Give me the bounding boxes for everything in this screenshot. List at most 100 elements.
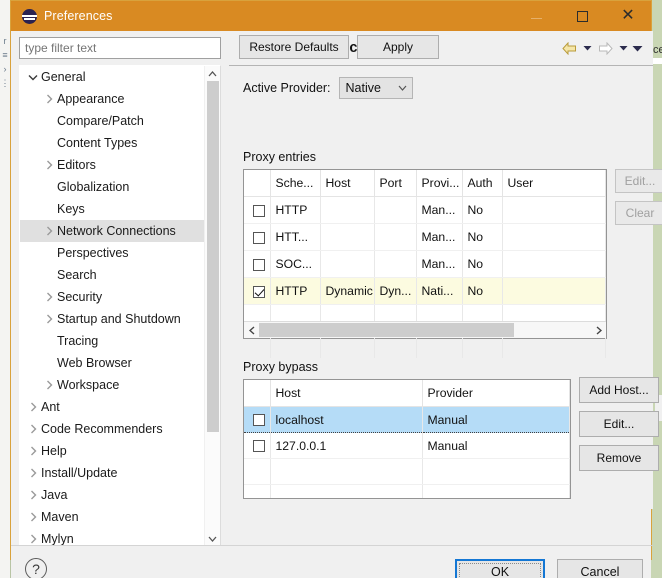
scroll-up-icon[interactable] <box>205 66 220 81</box>
chevron-right-icon[interactable] <box>26 512 40 522</box>
chevron-right-icon[interactable] <box>26 424 40 434</box>
tree-scrollbar-thumb[interactable] <box>207 81 219 432</box>
tree-item-label: Web Browser <box>57 356 132 370</box>
column-header-checkbox[interactable] <box>244 170 271 197</box>
proxy-entries-horizontal-scrollbar[interactable] <box>244 321 606 338</box>
tree-vertical-scrollbar[interactable] <box>204 66 220 546</box>
tree-item-keys[interactable]: Keys <box>20 198 205 220</box>
chevron-left-icon[interactable] <box>244 322 259 338</box>
column-header-provider[interactable]: Provider <box>422 380 570 407</box>
tree-item-java[interactable]: Java <box>20 484 205 506</box>
chevron-right-icon[interactable] <box>42 380 56 390</box>
active-provider-select[interactable]: Native <box>338 77 413 99</box>
cell-scheme: HTTP <box>270 196 321 224</box>
chevron-down-icon[interactable] <box>26 74 40 81</box>
tree-item-compare-patch[interactable]: Compare/Patch <box>20 110 205 132</box>
chevron-right-icon[interactable] <box>42 160 56 170</box>
proxy-entries-table[interactable]: Sche... Host Port Provi... Auth User HTTP Man.… <box>243 169 607 359</box>
column-header-auth[interactable]: Auth <box>462 170 503 197</box>
table-row[interactable]: localhost Manual <box>244 406 570 433</box>
column-header-host[interactable]: Host <box>320 170 375 197</box>
tree-item-code-recommenders[interactable]: Code Recommenders <box>20 418 205 440</box>
tree-item-workspace[interactable]: Workspace <box>20 374 205 396</box>
page-menu-chevron-down-icon[interactable] <box>631 37 643 59</box>
row-checkbox-cell[interactable] <box>244 223 271 251</box>
chevron-right-icon[interactable] <box>26 446 40 456</box>
add-host-button[interactable]: Add Host... <box>579 377 659 403</box>
row-checkbox-cell[interactable] <box>244 406 271 433</box>
tree-item-general[interactable]: General <box>20 66 205 88</box>
tree-item-perspectives[interactable]: Perspectives <box>20 242 205 264</box>
table-row[interactable]: HTT... Man... No <box>244 223 606 251</box>
filter-input[interactable] <box>19 37 221 59</box>
cancel-button[interactable]: Cancel <box>557 559 643 578</box>
row-checkbox[interactable] <box>252 231 265 244</box>
table-row[interactable]: HTTP Dynamic Dyn... Nati... No <box>244 277 606 305</box>
tree-item-globalization[interactable]: Globalization <box>20 176 205 198</box>
tree-item-label: Code Recommenders <box>41 422 163 436</box>
column-header-host[interactable]: Host <box>270 380 423 407</box>
table-row[interactable]: SOC... Man... No <box>244 250 606 278</box>
tree-item-maven[interactable]: Maven <box>20 506 205 528</box>
close-button[interactable]: ✕ <box>605 1 651 31</box>
chevron-right-icon[interactable] <box>26 402 40 412</box>
tree-item-tracing[interactable]: Tracing <box>20 330 205 352</box>
chevron-right-icon[interactable] <box>42 292 56 302</box>
tree-scrollbar-track[interactable] <box>205 81 220 531</box>
table-row[interactable]: HTTP Man... No <box>244 196 606 224</box>
row-checkbox[interactable] <box>252 258 265 271</box>
tree-item-content-types[interactable]: Content Types <box>20 132 205 154</box>
row-checkbox[interactable] <box>252 285 265 298</box>
proxy-bypass-table[interactable]: Host Provider localhost Manual 127.0.0.1 Man… <box>243 379 571 499</box>
column-header-user[interactable]: User <box>502 170 606 197</box>
ok-button[interactable]: OK <box>455 559 545 578</box>
edit-button[interactable]: Edit... <box>579 411 659 437</box>
chevron-right-icon[interactable] <box>26 534 40 544</box>
apply-button[interactable]: Apply <box>357 35 439 59</box>
tree-item-help[interactable]: Help <box>20 440 205 462</box>
dialog-titlebar[interactable]: Preferences ✕ <box>11 1 651 31</box>
row-checkbox-cell[interactable] <box>244 250 271 278</box>
chevron-right-icon[interactable] <box>26 490 40 500</box>
preferences-tree[interactable]: General Appearance Compare/Patch Content Ty… <box>19 65 221 547</box>
tree-item-security[interactable]: Security <box>20 286 205 308</box>
minimize-button[interactable] <box>513 1 559 31</box>
forward-history-chevron-down-icon[interactable] <box>617 37 629 59</box>
row-checkbox[interactable] <box>252 414 265 427</box>
tree-item-startup-and-shutdown[interactable]: Startup and Shutdown <box>20 308 205 330</box>
proxy-entries-scrollbar-thumb[interactable] <box>259 323 514 337</box>
chevron-right-icon[interactable] <box>26 468 40 478</box>
column-header-provi[interactable]: Provi... <box>416 170 463 197</box>
maximize-button[interactable] <box>559 1 605 31</box>
tree-item-ant[interactable]: Ant <box>20 396 205 418</box>
row-checkbox-cell[interactable] <box>244 432 271 459</box>
help-icon[interactable]: ? <box>25 558 47 578</box>
row-checkbox[interactable] <box>252 440 265 453</box>
remove-button[interactable]: Remove <box>579 445 659 471</box>
row-checkbox-cell[interactable] <box>244 196 271 224</box>
back-history-chevron-down-icon[interactable] <box>581 37 593 59</box>
column-header-port[interactable]: Port <box>374 170 417 197</box>
tree-item-network-connections[interactable]: Network Connections <box>20 220 205 242</box>
table-row[interactable]: 127.0.0.1 Manual <box>244 432 570 459</box>
tree-item-web-browser[interactable]: Web Browser <box>20 352 205 374</box>
chevron-right-icon[interactable] <box>42 314 56 324</box>
scroll-down-icon[interactable] <box>205 531 220 546</box>
tree-item-mylyn[interactable]: Mylyn <box>20 528 205 546</box>
column-header-sche[interactable]: Sche... <box>270 170 321 197</box>
forward-arrow-icon[interactable] <box>595 37 615 59</box>
restore-defaults-button[interactable]: Restore Defaults <box>239 35 349 59</box>
back-arrow-icon[interactable] <box>559 37 579 59</box>
row-checkbox-cell[interactable] <box>244 277 271 305</box>
tree-item-label: Ant <box>41 400 60 414</box>
chevron-right-icon[interactable] <box>42 226 56 236</box>
tree-item-editors[interactable]: Editors <box>20 154 205 176</box>
column-header-checkbox[interactable] <box>244 380 271 407</box>
tree-item-install-update[interactable]: Install/Update <box>20 462 205 484</box>
chevron-right-icon[interactable] <box>591 322 606 338</box>
tree-item-search[interactable]: Search <box>20 264 205 286</box>
tree-item-label: Content Types <box>57 136 138 150</box>
chevron-right-icon[interactable] <box>42 94 56 104</box>
row-checkbox[interactable] <box>252 204 265 217</box>
tree-item-appearance[interactable]: Appearance <box>20 88 205 110</box>
